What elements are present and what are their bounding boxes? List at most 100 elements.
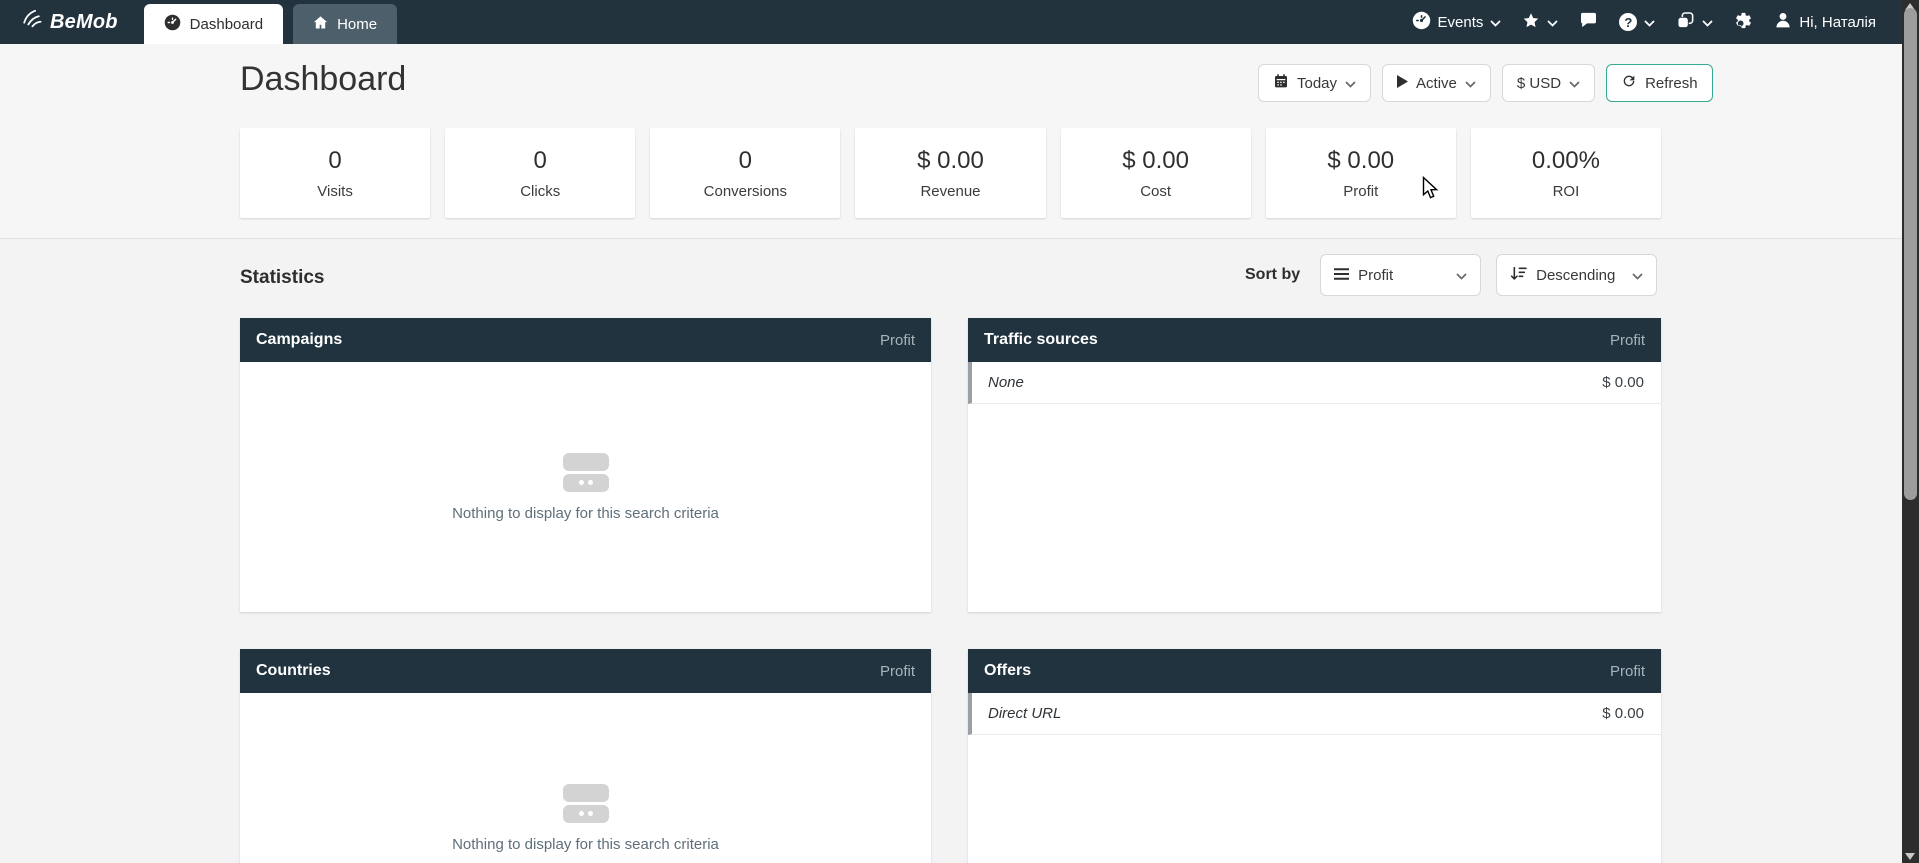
panel-metric-label: Profit xyxy=(880,663,915,680)
row-value: $ 0.00 xyxy=(1602,705,1644,722)
summary-cards: 0 Visits 0 Clicks 0 Conversions $ 0.00 R… xyxy=(240,128,1661,218)
table-row: None $ 0.00 xyxy=(968,362,1661,404)
stat-label: Revenue xyxy=(920,183,980,200)
chat-icon xyxy=(1579,11,1598,33)
favorites-menu[interactable] xyxy=(1522,12,1558,33)
panel-campaigns: Campaigns Profit Nothing to display for … xyxy=(240,318,931,612)
feedback-button[interactable] xyxy=(1579,11,1598,33)
tab-dashboard[interactable]: Dashboard xyxy=(144,4,283,44)
row-value: $ 0.00 xyxy=(1602,374,1644,391)
status-filter-label: Active xyxy=(1416,75,1457,92)
sort-descending-icon xyxy=(1510,266,1527,285)
dashboard-toolbar: Today Active $ USD Refresh xyxy=(1258,64,1713,102)
stacked-cards-icon xyxy=(563,784,609,823)
panel-header: Traffic sources Profit xyxy=(968,318,1661,362)
vertical-scrollbar[interactable] xyxy=(1902,0,1919,863)
panel-header: Countries Profit xyxy=(240,649,931,693)
calendar-icon xyxy=(1273,73,1289,93)
row-name: Direct URL xyxy=(988,705,1061,722)
panel-body: None $ 0.00 xyxy=(968,362,1661,612)
panel-metric-label: Profit xyxy=(1610,332,1645,349)
stat-label: Conversions xyxy=(704,183,787,200)
star-icon xyxy=(1522,12,1540,33)
bars-icon xyxy=(1334,267,1349,284)
help-icon: ? xyxy=(1619,13,1637,31)
mouse-cursor xyxy=(1422,176,1441,206)
scrollbar-thumb[interactable] xyxy=(1904,8,1917,500)
currency-label: $ USD xyxy=(1517,75,1561,92)
user-icon xyxy=(1774,11,1792,33)
panel-metric-label: Profit xyxy=(880,332,915,349)
stat-card-revenue: $ 0.00 Revenue xyxy=(855,128,1045,218)
stat-card-roi: 0.00% ROI xyxy=(1471,128,1661,218)
refresh-button[interactable]: Refresh xyxy=(1606,64,1713,102)
panel-title: Traffic sources xyxy=(984,331,1098,349)
stacked-cards-icon xyxy=(563,453,609,492)
chevron-down-icon xyxy=(1465,75,1476,92)
sort-controls: Sort by Profit Descending xyxy=(1245,254,1657,296)
stat-value: 0.00% xyxy=(1532,147,1600,175)
chevron-down-icon xyxy=(1456,267,1467,284)
stat-label: ROI xyxy=(1553,183,1580,200)
panel-title: Offers xyxy=(984,662,1031,680)
chevron-down-icon xyxy=(1569,75,1580,92)
gauge-icon xyxy=(1412,11,1431,34)
main-content: Dashboard Today Active $ USD xyxy=(0,44,1902,863)
panel-header: Offers Profit xyxy=(968,649,1661,693)
stat-value: 0 xyxy=(328,147,341,175)
sort-field-value: Profit xyxy=(1358,267,1393,284)
sort-by-label: Sort by xyxy=(1245,266,1300,284)
stat-label: Cost xyxy=(1140,183,1171,200)
panel-body: Nothing to display for this search crite… xyxy=(240,362,931,612)
sort-field-dropdown[interactable]: Profit xyxy=(1320,254,1481,296)
empty-state: Nothing to display for this search crite… xyxy=(240,693,931,863)
gauge-icon xyxy=(164,14,181,35)
tab-bar: Dashboard Home xyxy=(144,0,397,44)
chevron-down-icon xyxy=(1644,14,1655,31)
empty-state: Nothing to display for this search crite… xyxy=(240,362,931,612)
stat-card-conversions: 0 Conversions xyxy=(650,128,840,218)
chevron-down-icon xyxy=(1490,14,1501,31)
panel-body: Direct URL $ 0.00 xyxy=(968,693,1661,863)
currency-button[interactable]: $ USD xyxy=(1502,64,1595,102)
panel-title: Countries xyxy=(256,662,331,680)
home-icon xyxy=(313,15,328,34)
workspaces-menu[interactable] xyxy=(1676,11,1713,34)
chevron-down-icon xyxy=(1547,14,1558,31)
chevron-down-icon xyxy=(1632,267,1643,284)
tab-home[interactable]: Home xyxy=(293,4,397,44)
refresh-label: Refresh xyxy=(1645,75,1698,92)
stat-label: Profit xyxy=(1343,183,1378,200)
stat-value: $ 0.00 xyxy=(1327,147,1394,175)
bemob-logo[interactable]: BeMob xyxy=(20,9,118,35)
tab-home-label: Home xyxy=(337,16,377,33)
empty-state-text: Nothing to display for this search crite… xyxy=(452,505,719,522)
stat-value: 0 xyxy=(739,147,752,175)
panel-countries: Countries Profit Nothing to display for … xyxy=(240,649,931,863)
row-name: None xyxy=(988,374,1024,391)
chevron-down-icon xyxy=(1345,75,1356,92)
stat-label: Visits xyxy=(317,183,353,200)
panel-title: Campaigns xyxy=(256,331,342,349)
gear-icon xyxy=(1734,11,1753,34)
date-range-button[interactable]: Today xyxy=(1258,64,1371,102)
topbar: BeMob Dashboard Home Events xyxy=(0,0,1902,44)
bemob-plume-icon xyxy=(20,9,43,35)
chevron-down-icon xyxy=(1702,14,1713,31)
account-menu[interactable]: Hi, Наталія xyxy=(1774,11,1876,33)
copy-icon xyxy=(1676,11,1695,34)
scroll-down-arrow[interactable] xyxy=(1905,853,1915,860)
stat-value: $ 0.00 xyxy=(1122,147,1189,175)
sort-order-dropdown[interactable]: Descending xyxy=(1496,254,1657,296)
sort-order-value: Descending xyxy=(1536,267,1615,284)
bemob-logo-text: BeMob xyxy=(50,11,118,34)
empty-state-text: Nothing to display for this search crite… xyxy=(452,836,719,853)
events-menu[interactable]: Events xyxy=(1412,11,1502,34)
help-menu[interactable]: ? xyxy=(1619,13,1655,31)
table-row: Direct URL $ 0.00 xyxy=(968,693,1661,735)
status-filter-button[interactable]: Active xyxy=(1382,64,1491,102)
page-title: Dashboard xyxy=(240,60,406,99)
tab-dashboard-label: Dashboard xyxy=(190,16,263,33)
settings-button[interactable] xyxy=(1734,11,1753,34)
stat-card-visits: 0 Visits xyxy=(240,128,430,218)
